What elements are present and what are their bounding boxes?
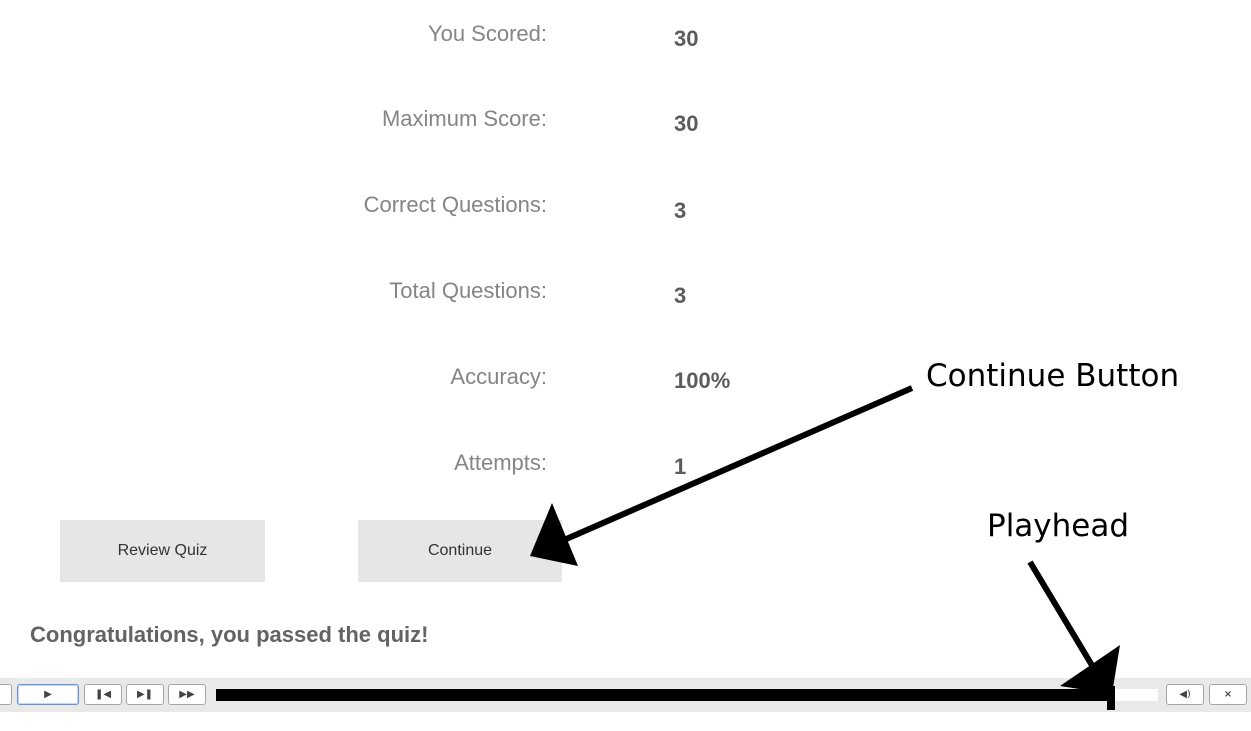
playhead-annotation: Playhead xyxy=(987,508,1130,544)
continue-arrow-line xyxy=(562,385,914,543)
playhead-arrow-line xyxy=(1027,560,1099,674)
continue-button-annotation: Continue Button xyxy=(926,358,1180,394)
playhead-arrow-head xyxy=(1060,645,1120,694)
